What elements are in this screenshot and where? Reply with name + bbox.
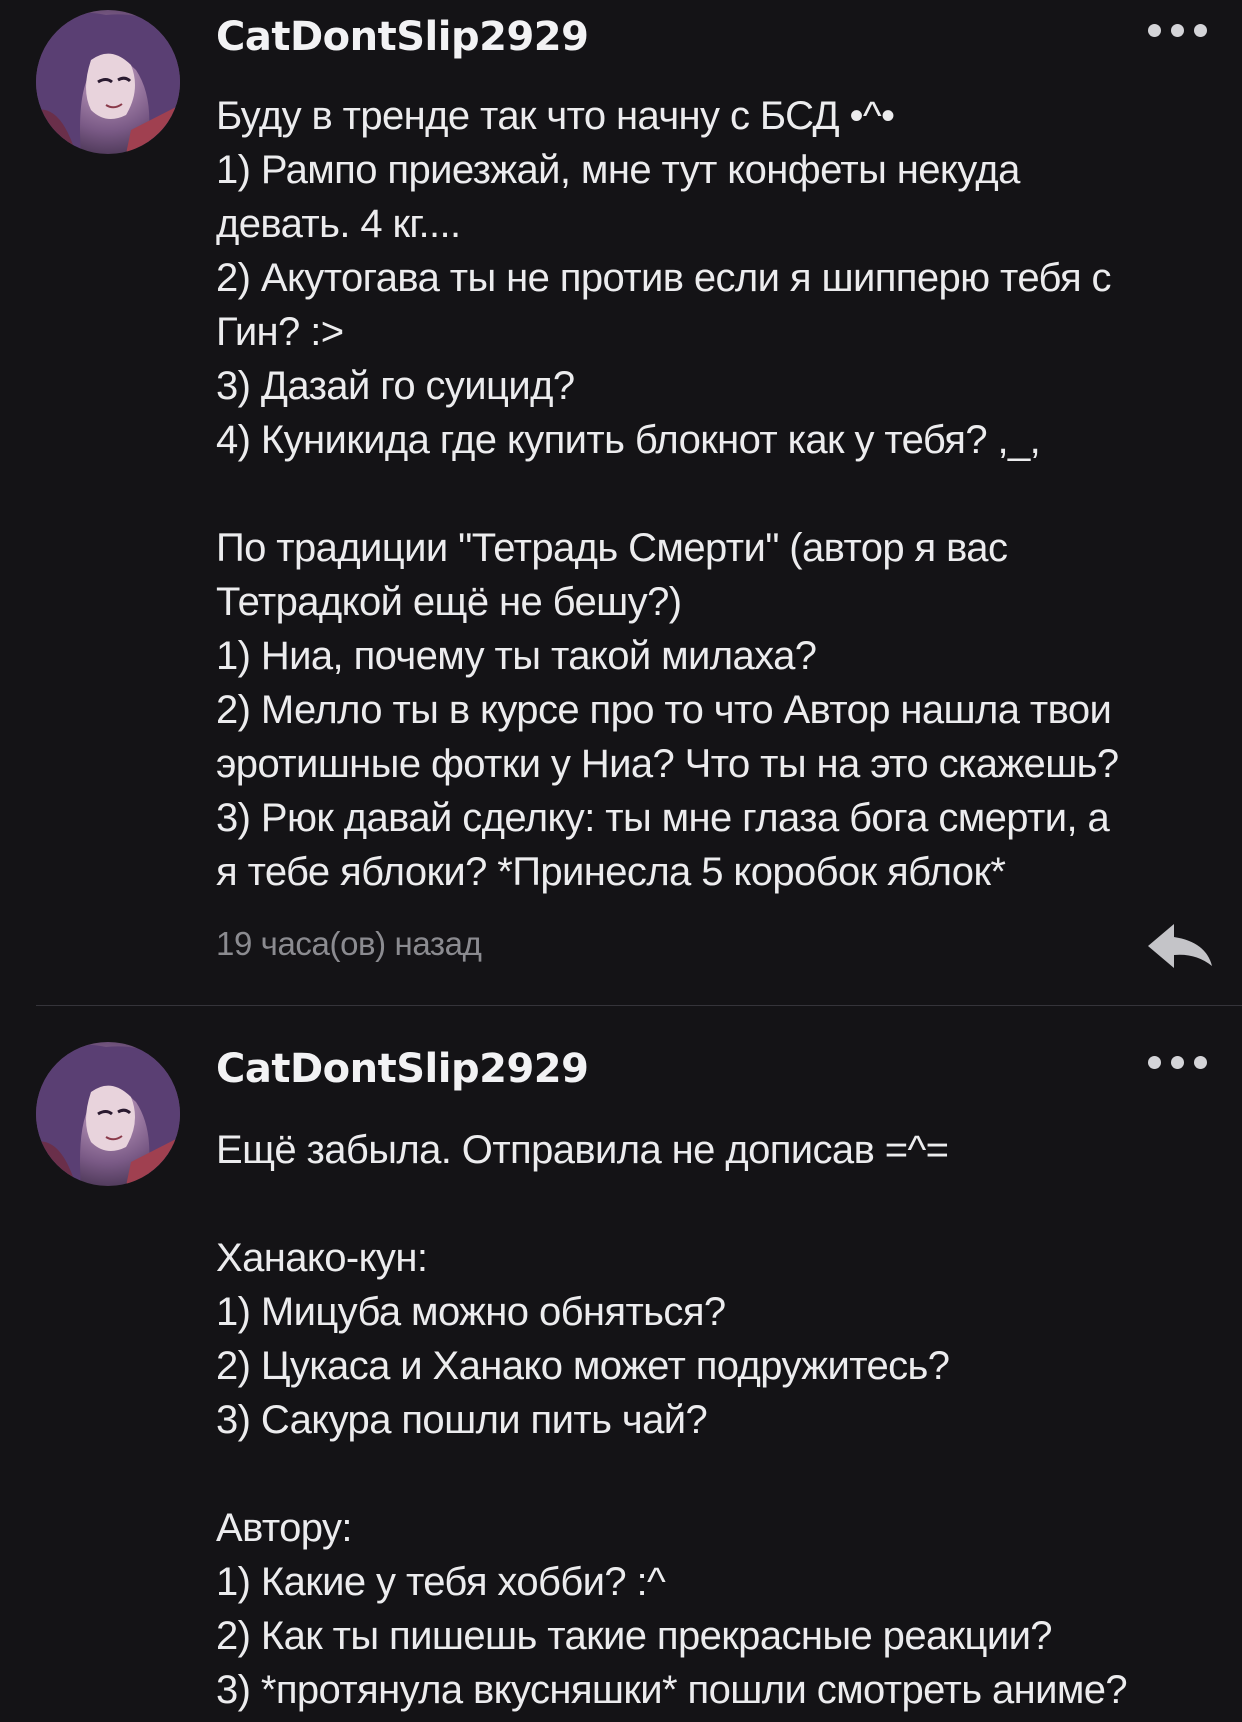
comment-line: 1) Какие у тебя хобби? :^ (216, 1560, 666, 1604)
comment-line: 3) Сакура пошли пить чай? (216, 1398, 708, 1442)
comment-line: Автору: (216, 1506, 352, 1550)
comment-line (216, 467, 1226, 521)
comment-line: 3) Рюк давай сделку: ты мне глаза бога с… (216, 796, 1110, 840)
comment-line (216, 1447, 1226, 1501)
comment-line: 2) Акутогава ты не против если я шипперю… (216, 256, 1112, 300)
comment-divider (36, 1005, 1242, 1006)
comment-line: 3) *протянула вкусняшки* пошли смотреть … (216, 1668, 1128, 1712)
comment-line: я тебе яблоки? *Принесла 5 коробок яблок… (216, 850, 1006, 894)
comment-line: Тетрадкой ещё не бешу?) (216, 580, 682, 624)
username[interactable]: CatDontSlip2929 (216, 1046, 589, 1092)
comment-text: Буду в тренде так что начну с БСД •^• 1)… (216, 89, 1226, 899)
comment-line: девать. 4 кг.... (216, 202, 461, 246)
user-avatar[interactable] (36, 10, 180, 154)
more-dots-icon[interactable] (1148, 22, 1208, 38)
comment-line: 1) Мицуба можно обняться? (216, 1290, 726, 1334)
user-avatar[interactable] (36, 1042, 180, 1186)
comment-line: 1) Рампо приезжай, мне тут конфеты некуд… (216, 148, 1020, 192)
comment-line: эротишные фотки у Ниа? Что ты на это ска… (216, 742, 1119, 786)
comment-line: По традиции "Тетрадь Смерти" (автор я ва… (216, 526, 1008, 570)
avatar-image (36, 1042, 180, 1186)
comment-line: Ханако-кун: (216, 1236, 428, 1280)
comment-line: Гин? :> (216, 310, 344, 354)
avatar-image (36, 10, 180, 154)
comment-line: 2) Как ты пишешь такие прекрасные реакци… (216, 1614, 1053, 1658)
comment-line: 4) Куникида где купить блокнот как у теб… (216, 418, 1041, 462)
username[interactable]: CatDontSlip2929 (216, 14, 589, 60)
comment-line: Ещё забыла. Отправила не дописав =^= (216, 1128, 949, 1172)
reply-arrow-icon[interactable] (1146, 922, 1214, 972)
comment-line: 2) Цукаса и Ханако может подружитесь? (216, 1344, 950, 1388)
comment-line: 2) Мелло ты в курсе про то что Автор наш… (216, 688, 1112, 732)
comment-line (216, 1177, 1226, 1231)
comment-text: Ещё забыла. Отправила не дописав =^= Хан… (216, 1123, 1226, 1717)
more-dots-icon[interactable] (1148, 1054, 1208, 1070)
comment-line: 1) Ниа, почему ты такой милаха? (216, 634, 817, 678)
comment-line: 3) Дазай го суицид? (216, 364, 575, 408)
comment-line: Буду в тренде так что начну с БСД •^• (216, 94, 895, 138)
comment-timestamp: 19 часа(ов) назад (216, 925, 482, 962)
